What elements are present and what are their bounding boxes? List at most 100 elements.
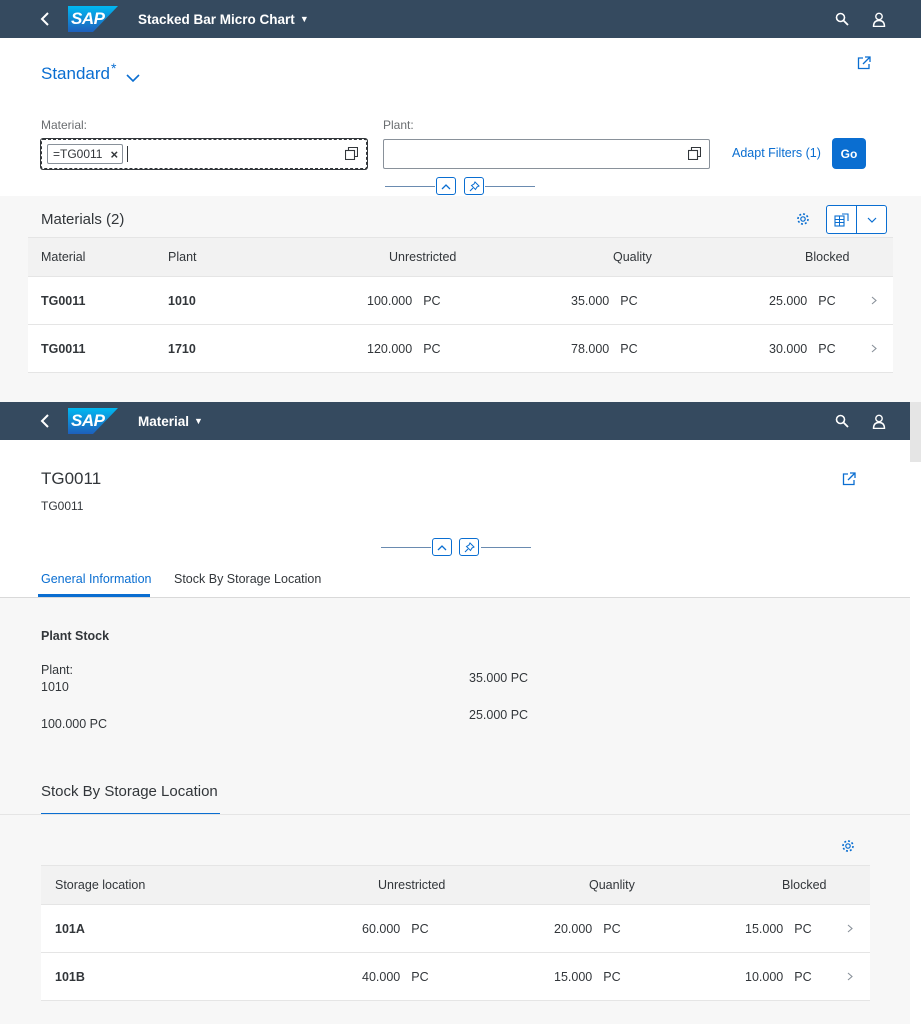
user-icon[interactable] bbox=[871, 11, 887, 27]
blocked-cell: 10.000 PC bbox=[745, 953, 812, 1000]
go-button[interactable]: Go bbox=[832, 138, 866, 169]
unrestricted-value: 100.000 bbox=[367, 293, 413, 308]
header-separator-right bbox=[481, 547, 531, 548]
adapt-filters-button[interactable]: Adapt Filters (1) bbox=[732, 146, 821, 160]
table-row[interactable]: 101B 40.000 PC 15.000 PC 10.000 PC bbox=[41, 953, 870, 1001]
unit: PC bbox=[603, 969, 621, 984]
material-token[interactable]: =TG0011 × bbox=[47, 144, 124, 164]
back-icon[interactable] bbox=[38, 414, 52, 428]
unit: PC bbox=[794, 969, 812, 984]
plant-value: 1010 bbox=[41, 680, 69, 694]
table-row[interactable]: 101A 60.000 PC 20.000 PC 15.000 PC bbox=[41, 905, 870, 953]
gear-icon[interactable] bbox=[796, 212, 810, 229]
nav-arrow-icon[interactable] bbox=[847, 953, 853, 1000]
app-title-menu[interactable]: Stacked Bar Micro Chart ▼ bbox=[138, 12, 309, 27]
pin-header-button[interactable] bbox=[459, 538, 479, 556]
plant-label: Plant: bbox=[41, 663, 73, 677]
chevron-down-icon bbox=[126, 68, 141, 88]
share-icon[interactable] bbox=[842, 472, 856, 489]
unit: PC bbox=[620, 341, 638, 356]
column-header-blocked[interactable]: Blocked bbox=[782, 866, 826, 904]
variant-name: Standard bbox=[41, 64, 110, 83]
quality-value: 35.000 bbox=[571, 293, 610, 308]
unrestricted-stock-value: 100.000 PC bbox=[41, 717, 108, 731]
token-remove-icon[interactable]: × bbox=[110, 147, 118, 162]
gear-icon[interactable] bbox=[841, 839, 855, 856]
column-header-unrestricted[interactable]: Unrestricted bbox=[378, 866, 445, 904]
collapse-header-button[interactable] bbox=[432, 538, 452, 556]
unrestricted-cell: 60.000 PC bbox=[362, 905, 429, 952]
search-icon[interactable] bbox=[834, 413, 850, 429]
quality-stock-value: 35.000 PC bbox=[469, 671, 529, 685]
quality-value: 20.000 bbox=[554, 921, 593, 936]
text-cursor bbox=[127, 146, 128, 162]
plant-filter-label: Plant: bbox=[383, 118, 414, 132]
plant-cell: 1710 bbox=[168, 341, 196, 356]
quality-cell: 20.000 PC bbox=[554, 905, 621, 952]
storage-location-cell: 101B bbox=[55, 969, 85, 984]
user-icon[interactable] bbox=[871, 413, 887, 429]
blocked-value: 15.000 bbox=[745, 921, 784, 936]
sap-logo[interactable]: SAP bbox=[68, 408, 118, 434]
scrollbar-track[interactable] bbox=[910, 402, 921, 462]
material-token-text: =TG0011 bbox=[53, 147, 103, 161]
column-header-quality[interactable]: Quality bbox=[613, 238, 652, 276]
blocked-cell: 25.000 PC bbox=[769, 277, 836, 324]
plant-filter-input[interactable] bbox=[383, 139, 710, 169]
unit: PC bbox=[411, 969, 429, 984]
material-filter-input[interactable]: =TG0011 × bbox=[41, 139, 367, 169]
export-button[interactable] bbox=[826, 205, 857, 234]
shell-bar: SAP Material ▼ bbox=[0, 402, 910, 440]
value-help-icon[interactable] bbox=[344, 146, 359, 163]
app-title: Stacked Bar Micro Chart bbox=[138, 11, 295, 27]
column-header-quality[interactable]: Quanlity bbox=[589, 866, 635, 904]
chevron-down-icon bbox=[867, 217, 876, 223]
table-row[interactable]: TG0011 1010 100.000 PC 35.000 PC 25.000 PC bbox=[28, 277, 893, 325]
column-header-material[interactable]: Material bbox=[41, 238, 85, 276]
collapse-header-button[interactable] bbox=[436, 177, 456, 195]
app-title: Material bbox=[138, 413, 190, 429]
nav-arrow-icon[interactable] bbox=[847, 905, 853, 952]
column-header-unrestricted[interactable]: Unrestricted bbox=[389, 238, 456, 276]
back-icon[interactable] bbox=[38, 12, 52, 26]
nav-arrow-icon[interactable] bbox=[871, 277, 877, 324]
unit: PC bbox=[818, 341, 836, 356]
sap-logo-text: SAP bbox=[71, 411, 105, 430]
app-title-menu[interactable]: Material ▼ bbox=[138, 414, 203, 429]
pin-header-button[interactable] bbox=[464, 177, 484, 195]
nav-arrow-icon[interactable] bbox=[871, 325, 877, 372]
value-help-icon[interactable] bbox=[687, 146, 702, 163]
caret-down-icon: ▼ bbox=[299, 14, 309, 24]
material-cell: TG0011 bbox=[41, 341, 86, 356]
collapse-icon bbox=[437, 544, 447, 550]
variant-selector[interactable]: Standard * bbox=[41, 60, 141, 88]
pin-icon bbox=[469, 180, 480, 191]
tab-general-information[interactable]: General Information bbox=[41, 572, 151, 586]
search-icon[interactable] bbox=[834, 11, 850, 27]
table-export-icon bbox=[834, 212, 849, 227]
column-header-blocked[interactable]: Blocked bbox=[805, 238, 849, 276]
share-icon[interactable] bbox=[857, 56, 871, 73]
unit: PC bbox=[423, 341, 441, 356]
column-header-storage-location[interactable]: Storage location bbox=[55, 866, 145, 904]
object-title: TG0011 bbox=[41, 469, 102, 488]
column-header-plant[interactable]: Plant bbox=[168, 238, 197, 276]
shell-bar: SAP Stacked Bar Micro Chart ▼ bbox=[0, 0, 921, 38]
materials-table: Materials (2) Material Plant Unrestricte… bbox=[28, 196, 893, 374]
unit: PC bbox=[603, 921, 621, 936]
export-menu-button[interactable] bbox=[856, 205, 887, 234]
collapse-icon bbox=[441, 183, 451, 189]
variant-modified-indicator: * bbox=[111, 60, 117, 76]
table-title: Materials (2) bbox=[41, 211, 125, 228]
tab-stock-by-storage-location[interactable]: Stock By Storage Location bbox=[174, 572, 321, 586]
section-divider bbox=[0, 814, 910, 815]
blocked-value: 30.000 bbox=[769, 341, 808, 356]
storage-location-table: Storage location Unrestricted Quanlity B… bbox=[41, 865, 870, 1002]
table-row[interactable]: TG0011 1710 120.000 PC 78.000 PC 30.000 PC bbox=[28, 325, 893, 373]
quality-cell: 35.000 PC bbox=[571, 277, 638, 324]
header-separator-left bbox=[385, 186, 435, 187]
unit: PC bbox=[620, 293, 638, 308]
unit: PC bbox=[411, 921, 429, 936]
sap-logo[interactable]: SAP bbox=[68, 6, 118, 32]
table-header: Storage location Unrestricted Quanlity B… bbox=[41, 865, 870, 905]
